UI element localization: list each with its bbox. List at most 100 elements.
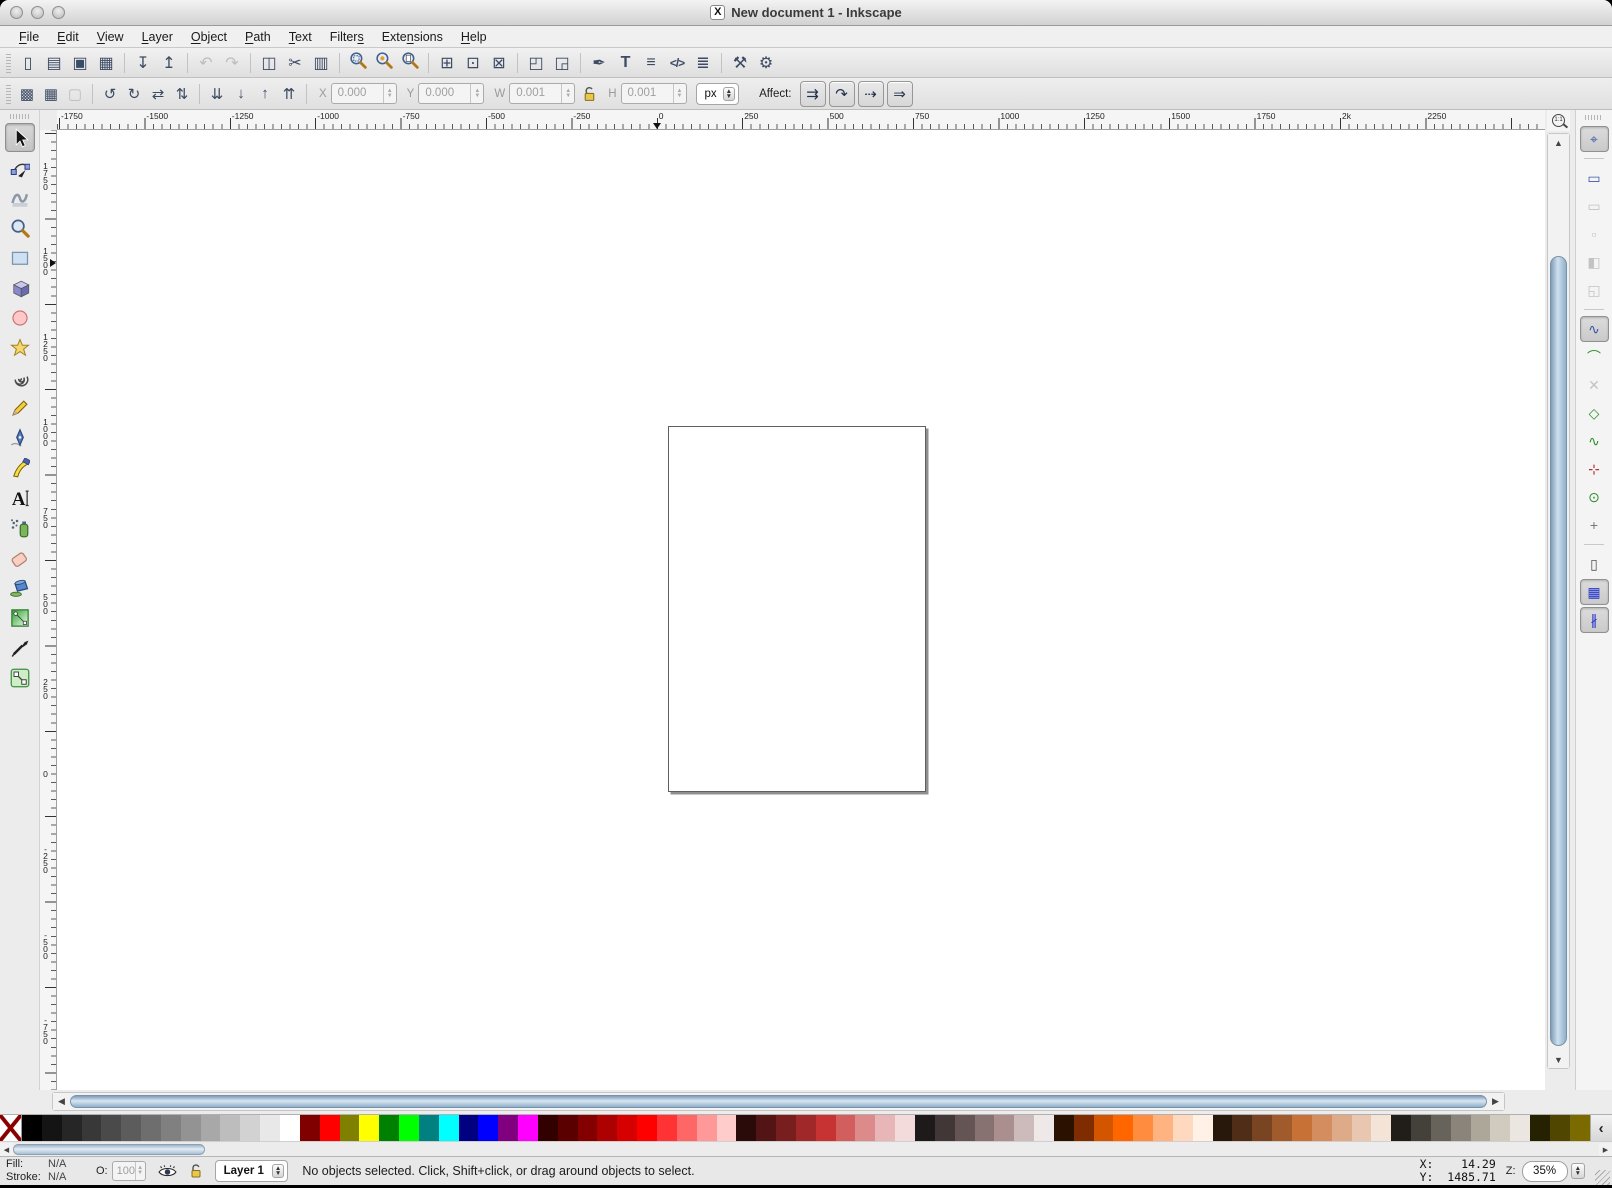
color-swatch[interactable] xyxy=(1530,1115,1550,1141)
zoom-page-button[interactable] xyxy=(397,50,423,76)
horizontal-ruler[interactable]: -1750-1500-1250-1000-750-500-25002505007… xyxy=(57,110,1545,130)
color-swatch[interactable] xyxy=(895,1115,915,1141)
snap-to-paths-toggle[interactable]: ⌒ xyxy=(1580,344,1609,370)
color-swatch[interactable] xyxy=(300,1115,320,1141)
color-swatch[interactable] xyxy=(280,1115,300,1141)
color-swatch[interactable] xyxy=(1232,1115,1252,1141)
snap-master-toggle[interactable]: ⌖ xyxy=(1580,126,1609,152)
flip-vertical-button[interactable]: ⇅ xyxy=(170,82,194,106)
toolbar-grip[interactable] xyxy=(6,53,11,73)
vertical-scrollbar[interactable]: ▲ ▼ xyxy=(1547,133,1570,1069)
palette-scrollbar[interactable]: ◀ ▶ xyxy=(0,1141,1612,1156)
print-button[interactable]: ▦ xyxy=(93,50,119,76)
select-all-layers-button[interactable]: ▦ xyxy=(39,82,63,106)
color-swatch[interactable] xyxy=(260,1115,280,1141)
color-swatch[interactable] xyxy=(677,1115,697,1141)
palette-scroll-left-arrow[interactable]: ◀ xyxy=(0,1143,13,1156)
align-distribute-button[interactable]: ≣ xyxy=(690,50,716,76)
color-swatch[interactable] xyxy=(1471,1115,1491,1141)
selector-tool-button[interactable] xyxy=(5,123,35,152)
color-swatch[interactable] xyxy=(240,1115,260,1141)
color-swatch[interactable] xyxy=(1272,1115,1292,1141)
color-swatch[interactable] xyxy=(955,1115,975,1141)
vertical-ruler[interactable]: 17501500125010007505002500-250-500-750 xyxy=(40,130,57,1090)
spray-tool-button[interactable] xyxy=(5,513,35,542)
snap-line-midpoints-toggle[interactable]: ⊹ xyxy=(1580,456,1609,482)
zoom-input[interactable]: 35% xyxy=(1522,1161,1568,1182)
color-swatch[interactable] xyxy=(1490,1115,1510,1141)
horizontal-scrollbar-thumb[interactable] xyxy=(70,1095,1487,1108)
ellipse-tool-button[interactable] xyxy=(5,303,35,332)
menu-filters[interactable]: Filters xyxy=(321,28,373,46)
color-swatch[interactable] xyxy=(776,1115,796,1141)
paint-bucket-tool-button[interactable] xyxy=(5,573,35,602)
color-swatch[interactable] xyxy=(1014,1115,1034,1141)
color-swatch[interactable] xyxy=(1252,1115,1272,1141)
opacity-spinner[interactable]: ▲▼ xyxy=(135,1162,145,1180)
color-swatch[interactable] xyxy=(82,1115,102,1141)
layers-dialog-button[interactable]: ≡ xyxy=(638,50,664,76)
color-swatch[interactable] xyxy=(1034,1115,1054,1141)
scale-corners-toggle[interactable]: ↷ xyxy=(829,81,855,107)
color-swatch[interactable] xyxy=(816,1115,836,1141)
snap-smooth-nodes-toggle[interactable]: ∿ xyxy=(1580,428,1609,454)
flip-horizontal-button[interactable]: ⇄ xyxy=(146,82,170,106)
units-dropdown[interactable]: px▲▼ xyxy=(696,83,740,105)
snap-object-centers-toggle[interactable]: ⊙ xyxy=(1580,484,1609,510)
color-swatch[interactable] xyxy=(101,1115,121,1141)
color-swatch[interactable] xyxy=(875,1115,895,1141)
color-swatch[interactable] xyxy=(320,1115,340,1141)
rectangle-tool-button[interactable] xyxy=(5,243,35,272)
color-swatch[interactable] xyxy=(657,1115,677,1141)
color-swatch[interactable] xyxy=(1094,1115,1114,1141)
opacity-input[interactable]: 100 ▲▼ xyxy=(112,1161,146,1181)
move-patterns-toggle[interactable]: ⇒ xyxy=(887,81,913,107)
color-swatch[interactable] xyxy=(1352,1115,1372,1141)
fill-stroke-indicator[interactable]: Fill: N/A Stroke: N/A xyxy=(0,1158,82,1184)
spiral-tool-button[interactable] xyxy=(5,363,35,392)
star-tool-button[interactable] xyxy=(5,333,35,362)
color-swatch[interactable] xyxy=(1391,1115,1411,1141)
lower-to-bottom-button[interactable]: ⇊ xyxy=(205,82,229,106)
color-swatch[interactable] xyxy=(439,1115,459,1141)
dropper-tool-button[interactable] xyxy=(5,633,35,662)
connector-tool-button[interactable] xyxy=(5,663,35,692)
color-swatch[interactable] xyxy=(459,1115,479,1141)
color-swatch[interactable] xyxy=(935,1115,955,1141)
open-document-button[interactable]: ▤ xyxy=(41,50,67,76)
color-swatch[interactable] xyxy=(1173,1115,1193,1141)
color-swatch[interactable] xyxy=(359,1115,379,1141)
color-swatch[interactable] xyxy=(62,1115,82,1141)
scroll-left-arrow[interactable]: ◀ xyxy=(53,1093,70,1110)
color-swatch[interactable] xyxy=(1153,1115,1173,1141)
vertical-scrollbar-thumb[interactable] xyxy=(1550,256,1567,1046)
color-swatch[interactable] xyxy=(855,1115,875,1141)
color-swatch[interactable] xyxy=(578,1115,598,1141)
snap-cusp-nodes-toggle[interactable]: ◇ xyxy=(1580,400,1609,426)
color-swatch[interactable] xyxy=(478,1115,498,1141)
copy-button[interactable]: ◫ xyxy=(256,50,282,76)
color-swatch[interactable] xyxy=(1371,1115,1391,1141)
duplicate-button[interactable]: ⊞ xyxy=(434,50,460,76)
color-swatch[interactable] xyxy=(1411,1115,1431,1141)
palette-scrollbar-thumb[interactable] xyxy=(13,1144,205,1155)
color-swatch[interactable] xyxy=(1074,1115,1094,1141)
color-swatch[interactable] xyxy=(796,1115,816,1141)
toolbar-grip[interactable] xyxy=(6,84,11,104)
group-button[interactable]: ◰ xyxy=(523,50,549,76)
xml-editor-button[interactable]: </> xyxy=(664,50,690,76)
zoom-tool-button[interactable] xyxy=(5,213,35,242)
minimize-window-button[interactable] xyxy=(31,6,44,19)
zoom-drawing-button[interactable] xyxy=(371,50,397,76)
menu-view[interactable]: View xyxy=(88,28,133,46)
color-swatch[interactable] xyxy=(1510,1115,1530,1141)
color-swatch[interactable] xyxy=(1451,1115,1471,1141)
color-swatch[interactable] xyxy=(161,1115,181,1141)
save-document-button[interactable]: ▣ xyxy=(67,50,93,76)
paste-button[interactable]: ▥ xyxy=(308,50,334,76)
select-all-button[interactable]: ▩ xyxy=(15,82,39,106)
horizontal-scrollbar[interactable]: ◀ ▶ xyxy=(52,1092,1505,1111)
color-swatch[interactable] xyxy=(220,1115,240,1141)
color-swatch[interactable] xyxy=(617,1115,637,1141)
snap-page-border-toggle[interactable]: ▯ xyxy=(1580,551,1609,577)
